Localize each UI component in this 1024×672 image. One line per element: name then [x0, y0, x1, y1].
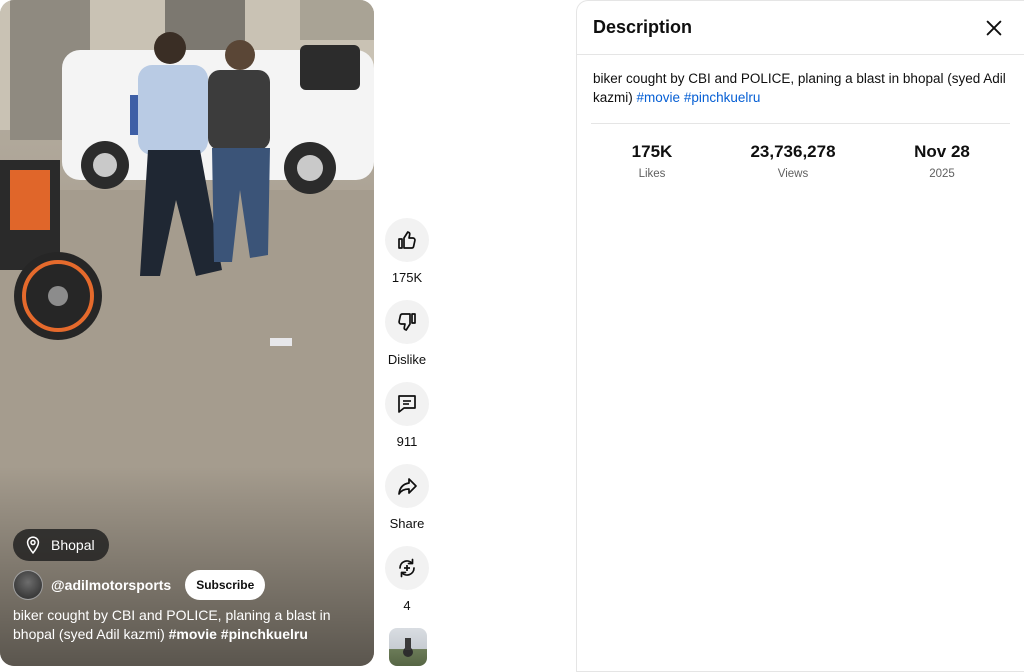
- channel-name[interactable]: @adilmotorsports: [51, 577, 171, 593]
- thumbs-down-icon: [398, 313, 416, 331]
- channel-avatar[interactable]: [13, 570, 43, 600]
- description-hashtag-movie[interactable]: #movie: [637, 90, 681, 105]
- remix-count: 4: [403, 598, 411, 613]
- share-label: Share: [389, 516, 425, 531]
- remix-icon: [399, 558, 415, 578]
- like-count: 175K: [391, 270, 423, 285]
- caption-hashtag-movie[interactable]: #movie: [169, 626, 217, 642]
- description-text: biker cought by CBI and POLICE, planing …: [577, 55, 1024, 107]
- like-button[interactable]: [385, 218, 429, 262]
- stat-date-value: Nov 28: [914, 142, 970, 161]
- panel-header: Description: [577, 1, 1024, 55]
- comment-count: 911: [396, 434, 418, 449]
- comments-button[interactable]: [385, 382, 429, 426]
- stat-date-year: 2025: [929, 168, 955, 180]
- video-player[interactable]: Bhopal @adilmotorsports Subscribe biker …: [0, 0, 374, 666]
- stat-date: Nov 28 2025: [877, 142, 1007, 180]
- stats-row: 175K Likes 23,736,278 Views Nov 28 2025: [577, 124, 1024, 184]
- remix-button[interactable]: [385, 546, 429, 590]
- like-action: 175K: [384, 218, 430, 285]
- dislike-action: Dislike: [384, 300, 430, 367]
- stat-views-value: 23,736,278: [750, 142, 836, 161]
- close-button[interactable]: [980, 14, 1008, 42]
- share-icon: [398, 478, 417, 495]
- share-action: Share: [384, 464, 430, 531]
- comment-action: 911: [384, 382, 430, 449]
- shorts-page: Bhopal @adilmotorsports Subscribe biker …: [0, 0, 1024, 672]
- location-pin-icon: [26, 536, 40, 555]
- dislike-label: Dislike: [387, 352, 427, 367]
- sound-thumbnail-image: [403, 638, 413, 657]
- thumbs-up-icon: [398, 231, 416, 249]
- comment-icon: [398, 395, 416, 413]
- dislike-button[interactable]: [385, 300, 429, 344]
- stat-likes-value: 175K: [631, 142, 673, 161]
- location-chip[interactable]: Bhopal: [13, 529, 109, 561]
- description-hashtag-pinchkuelru[interactable]: #pinchkuelru: [684, 90, 761, 105]
- stat-likes-label: Likes: [638, 168, 666, 180]
- subscribe-button[interactable]: Subscribe: [185, 570, 266, 600]
- channel-row: @adilmotorsports Subscribe: [13, 570, 266, 600]
- location-label: Bhopal: [51, 537, 95, 553]
- remix-action: 4: [384, 546, 430, 613]
- video-caption[interactable]: biker cought by CBI and POLICE, planing …: [13, 606, 363, 644]
- sound-thumbnail[interactable]: [389, 628, 427, 666]
- stat-views: 23,736,278 Views: [728, 142, 858, 180]
- stat-views-label: Views: [777, 168, 809, 180]
- share-button[interactable]: [385, 464, 429, 508]
- description-panel: Description biker cought by CBI and POLI…: [576, 0, 1024, 672]
- stat-likes: 175K Likes: [587, 142, 717, 180]
- close-icon: [986, 20, 1002, 35]
- panel-title: Description: [593, 17, 693, 37]
- caption-hashtag-pinchkuelru[interactable]: #pinchkuelru: [221, 626, 308, 642]
